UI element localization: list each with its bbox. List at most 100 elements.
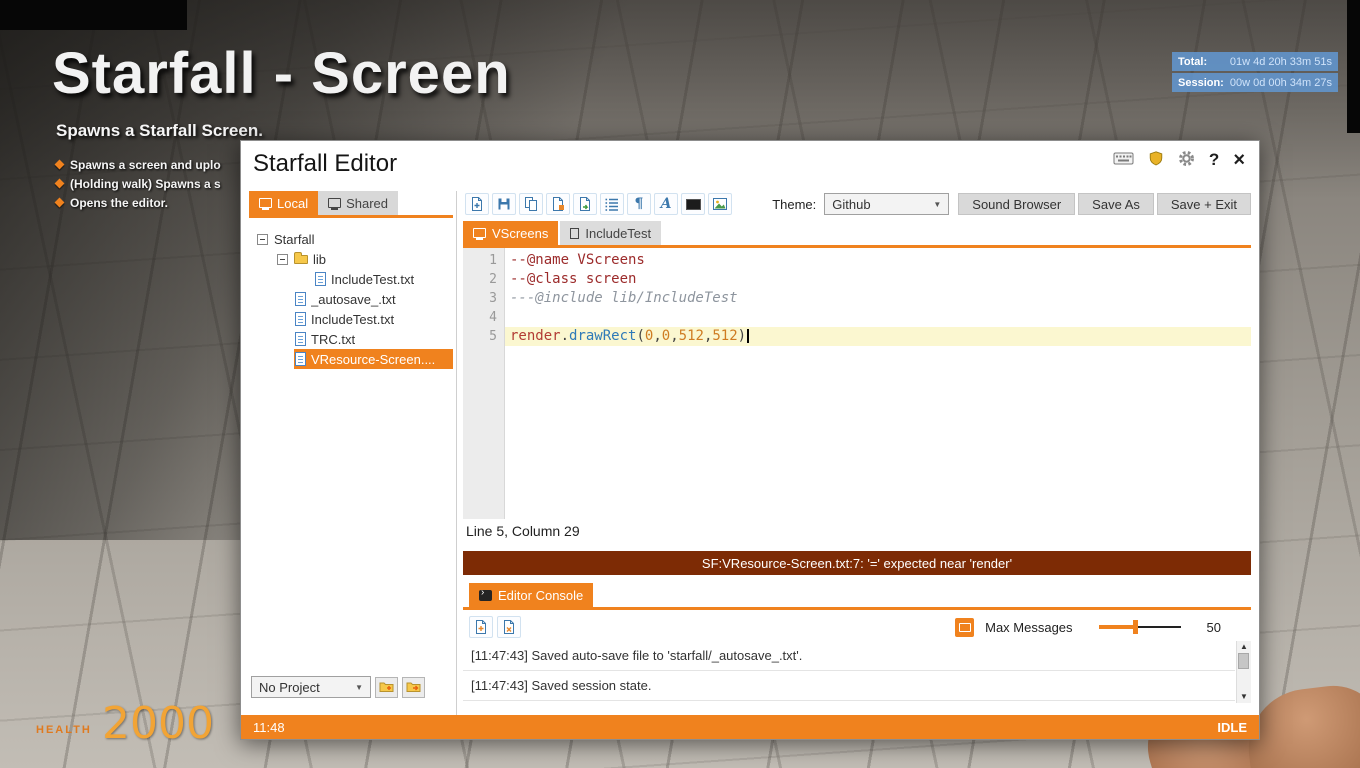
max-messages-slider[interactable]	[1098, 620, 1181, 634]
font-button[interactable]: A	[654, 193, 678, 215]
error-message: SF:VResource-Screen.txt:7: '=' expected …	[701, 555, 1013, 571]
sidebar-tabs: Local Shared	[249, 191, 398, 215]
tree-item-label: VResource-Screen....	[311, 351, 436, 367]
tab-local[interactable]: Local	[249, 191, 319, 215]
sound-browser-button[interactable]: Sound Browser	[958, 193, 1076, 215]
scroll-up-icon[interactable]: ▲	[1237, 642, 1251, 652]
statusbar-state: IDLE	[1217, 719, 1247, 735]
console-window-button[interactable]	[955, 617, 975, 637]
tab-editor-console[interactable]: Editor Console	[469, 583, 594, 607]
settings-button[interactable]	[1178, 150, 1195, 170]
instruction-item: (Holding walk) Spawns a s	[54, 174, 221, 193]
screen-preview-button[interactable]	[681, 193, 705, 215]
help-icon: ?	[1208, 150, 1220, 169]
new-file-icon	[469, 196, 485, 212]
chevron-down-icon: ▼	[933, 199, 942, 209]
tree-item-folder[interactable]: lib	[249, 249, 453, 269]
save-as-file-button[interactable]	[546, 193, 570, 215]
console-doc-icon	[473, 619, 489, 635]
console-copy-button[interactable]	[469, 616, 493, 638]
help-button[interactable]: ?	[1209, 150, 1219, 170]
doc-edit-icon	[550, 196, 566, 212]
shield-icon	[1148, 150, 1164, 170]
bullet-icon	[54, 197, 65, 208]
tab-shared[interactable]: Shared	[318, 191, 398, 215]
console-clear-button[interactable]	[497, 616, 521, 638]
project-controls: No Project ▼	[251, 676, 425, 698]
bullet-icon	[54, 159, 65, 170]
monitor-icon	[328, 198, 342, 210]
copy-button[interactable]	[519, 193, 543, 215]
project-dropdown-value: No Project	[259, 679, 320, 695]
tool-instructions: Spawns a screen and uplo (Holding walk) …	[54, 155, 221, 212]
console-tabs: Editor Console	[469, 583, 594, 607]
console-toolbar: Max Messages 50	[469, 615, 1251, 639]
editor-main: ¶ A Theme: Github ▼ Sound Browser Save A…	[463, 191, 1251, 715]
console-log: [11:47:43] Saved auto-save file to 'star…	[463, 641, 1251, 703]
image-button[interactable]	[708, 193, 732, 215]
cursor-position-status: Line 5, Column 29	[466, 523, 580, 539]
tree-item-label: _autosave_.txt	[311, 291, 396, 307]
file-sidebar: Local Shared Starfall lib IncludeTest.txt _…	[249, 191, 453, 715]
tree-item-folder[interactable]: Starfall	[249, 229, 453, 249]
console-scrollbar[interactable]: ▲ ▼	[1236, 641, 1251, 703]
window-statusbar: 11:48 IDLE	[241, 715, 1259, 739]
tree-item-file[interactable]: IncludeTest.txt	[249, 269, 453, 289]
new-project-button[interactable]	[375, 676, 398, 698]
keybindings-button[interactable]	[1113, 151, 1134, 169]
file-icon	[295, 352, 306, 366]
titlebar-icons: ? ×	[1113, 149, 1245, 171]
console-settings-group: Max Messages 50	[955, 617, 1221, 637]
slider-handle[interactable]	[1133, 620, 1139, 634]
tab-label: VScreens	[492, 225, 549, 241]
tree-item-label: lib	[313, 251, 327, 267]
instruction-item: Opens the editor.	[54, 193, 221, 212]
file-icon	[295, 332, 306, 346]
theme-dropdown[interactable]: Github ▼	[824, 193, 950, 215]
tree-item-file[interactable]: IncludeTest.txt	[249, 309, 453, 329]
open-project-button[interactable]	[402, 676, 425, 698]
tree-item-file[interactable]: _autosave_.txt	[249, 289, 453, 309]
black-bar-right	[1347, 0, 1360, 133]
save-button[interactable]	[492, 193, 516, 215]
save-as-button[interactable]: Save As	[1078, 193, 1154, 215]
tree-expander-icon[interactable]	[277, 253, 288, 265]
playtime-panel: Total: 01w 4d 20h 33m 51s Session: 00w 0…	[1172, 52, 1338, 92]
pilcrow-button[interactable]: ¶	[627, 193, 651, 215]
playtime-total-row: Total: 01w 4d 20h 33m 51s	[1172, 52, 1338, 71]
close-button[interactable]: ×	[1233, 150, 1245, 170]
reload-file-button[interactable]	[573, 193, 597, 215]
screen-tab-icon	[473, 228, 486, 240]
save-icon	[496, 196, 512, 212]
tree-item-file[interactable]: TRC.txt	[249, 329, 453, 349]
permissions-button[interactable]	[1148, 150, 1164, 170]
playtime-session-row: Session: 00w 0d 00h 34m 27s	[1172, 73, 1338, 92]
save-exit-button[interactable]: Save + Exit	[1156, 193, 1251, 215]
screen-icon	[685, 198, 701, 210]
file-tabs: VScreens IncludeTest	[463, 221, 662, 245]
keyboard-icon	[1113, 151, 1134, 169]
tab-label: Local	[277, 195, 309, 211]
scrollbar-thumb[interactable]	[1238, 653, 1249, 669]
monitor-icon	[259, 198, 272, 210]
instruction-text: (Holding walk) Spawns a s	[70, 176, 221, 191]
code-lines[interactable]: --@name VScreens --@class screen ---@inclu…	[505, 248, 1251, 519]
code-editor[interactable]: 12345 --@name VScreens --@class screen ---…	[463, 248, 1251, 519]
health-label: HEALTH	[36, 724, 92, 736]
tree-expander-icon[interactable]	[257, 233, 268, 245]
list-button[interactable]	[600, 193, 624, 215]
tree-item-label: IncludeTest.txt	[331, 271, 415, 287]
tab-vscreens[interactable]: VScreens	[463, 221, 559, 245]
gear-icon	[1178, 150, 1195, 170]
file-icon	[295, 312, 306, 326]
file-tab-icon	[570, 227, 580, 239]
scroll-down-icon[interactable]: ▼	[1237, 692, 1251, 702]
doc-refresh-icon	[577, 196, 593, 212]
new-file-button[interactable]	[465, 193, 489, 215]
tab-includetest[interactable]: IncludeTest	[560, 221, 662, 245]
session-label: Session:	[1178, 76, 1224, 89]
tree-item-file[interactable]: VResource-Screen....	[249, 349, 453, 369]
total-label: Total:	[1178, 55, 1208, 68]
console-accent-underline	[463, 607, 1251, 610]
project-dropdown[interactable]: No Project ▼	[251, 676, 371, 698]
